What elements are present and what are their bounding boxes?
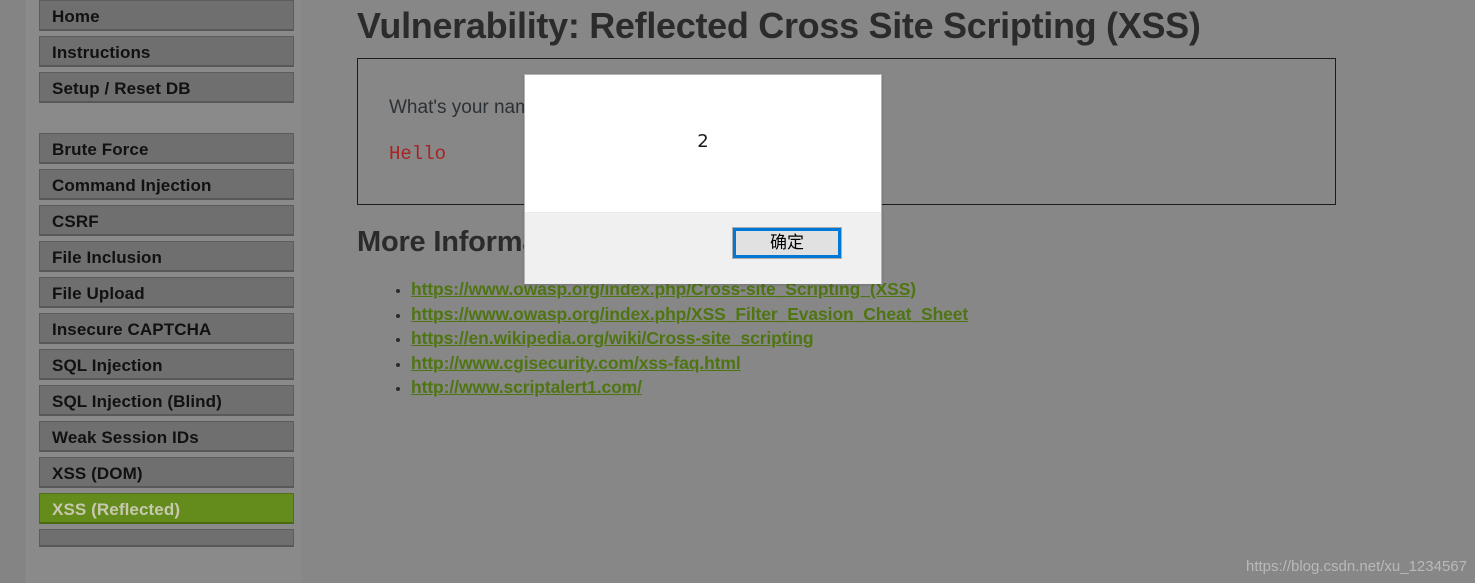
- link-cgisecurity-faq[interactable]: http://www.cgisecurity.com/xss-faq.html: [411, 353, 741, 373]
- sidebar-item-insecure-captcha[interactable]: Insecure CAPTCHA: [39, 313, 294, 344]
- alert-body: 2: [525, 75, 881, 212]
- more-information-links: https://www.owasp.org/index.php/Cross-si…: [383, 278, 968, 401]
- list-item: https://en.wikipedia.org/wiki/Cross-site…: [411, 327, 968, 352]
- link-scriptalert1[interactable]: http://www.scriptalert1.com/: [411, 377, 642, 397]
- page-root: Home Instructions Setup / Reset DB Brute…: [0, 0, 1475, 583]
- sidebar-group-vulnerabilities: Brute Force Command Injection CSRF File …: [27, 133, 301, 547]
- main-content: Vulnerability: Reflected Cross Site Scri…: [301, 0, 1475, 583]
- sidebar-item-weak-session-ids[interactable]: Weak Session IDs: [39, 421, 294, 452]
- sidebar-item-sql-injection-blind[interactable]: SQL Injection (Blind): [39, 385, 294, 416]
- page-title: Vulnerability: Reflected Cross Site Scri…: [357, 5, 1201, 46]
- sidebar-item-setup-reset-db[interactable]: Setup / Reset DB: [39, 72, 294, 103]
- reflected-output-text: Hello: [389, 143, 447, 165]
- sidebar-item-brute-force[interactable]: Brute Force: [39, 133, 294, 164]
- link-owasp-filter-evasion[interactable]: https://www.owasp.org/index.php/XSS_Filt…: [411, 304, 968, 324]
- left-gutter-strip: [0, 0, 26, 583]
- javascript-alert-dialog: 2 确定: [524, 74, 882, 284]
- sidebar-navigation: Home Instructions Setup / Reset DB Brute…: [27, 0, 301, 583]
- sidebar-item-command-injection[interactable]: Command Injection: [39, 169, 294, 200]
- sidebar-item-csrf[interactable]: CSRF: [39, 205, 294, 236]
- list-item: https://www.owasp.org/index.php/XSS_Filt…: [411, 303, 968, 328]
- sidebar-item-partial[interactable]: [39, 529, 294, 547]
- sidebar-item-file-inclusion[interactable]: File Inclusion: [39, 241, 294, 272]
- sidebar-item-home[interactable]: Home: [39, 0, 294, 31]
- alert-ok-button[interactable]: 确定: [732, 227, 842, 259]
- sidebar-item-xss-reflected[interactable]: XSS (Reflected): [39, 493, 294, 524]
- list-item: http://www.scriptalert1.com/: [411, 376, 968, 401]
- watermark-text: https://blog.csdn.net/xu_1234567: [1245, 558, 1467, 575]
- sidebar-group-divider: [27, 108, 301, 133]
- list-item: http://www.cgisecurity.com/xss-faq.html: [411, 352, 968, 377]
- sidebar-group-primary: Home Instructions Setup / Reset DB: [27, 0, 301, 103]
- sidebar-item-file-upload[interactable]: File Upload: [39, 277, 294, 308]
- link-wikipedia-xss[interactable]: https://en.wikipedia.org/wiki/Cross-site…: [411, 328, 814, 348]
- sidebar-item-xss-dom[interactable]: XSS (DOM): [39, 457, 294, 488]
- alert-message-text: 2: [697, 131, 709, 152]
- sidebar-item-instructions[interactable]: Instructions: [39, 36, 294, 67]
- sidebar-item-sql-injection[interactable]: SQL Injection: [39, 349, 294, 380]
- alert-footer: 确定: [525, 212, 881, 284]
